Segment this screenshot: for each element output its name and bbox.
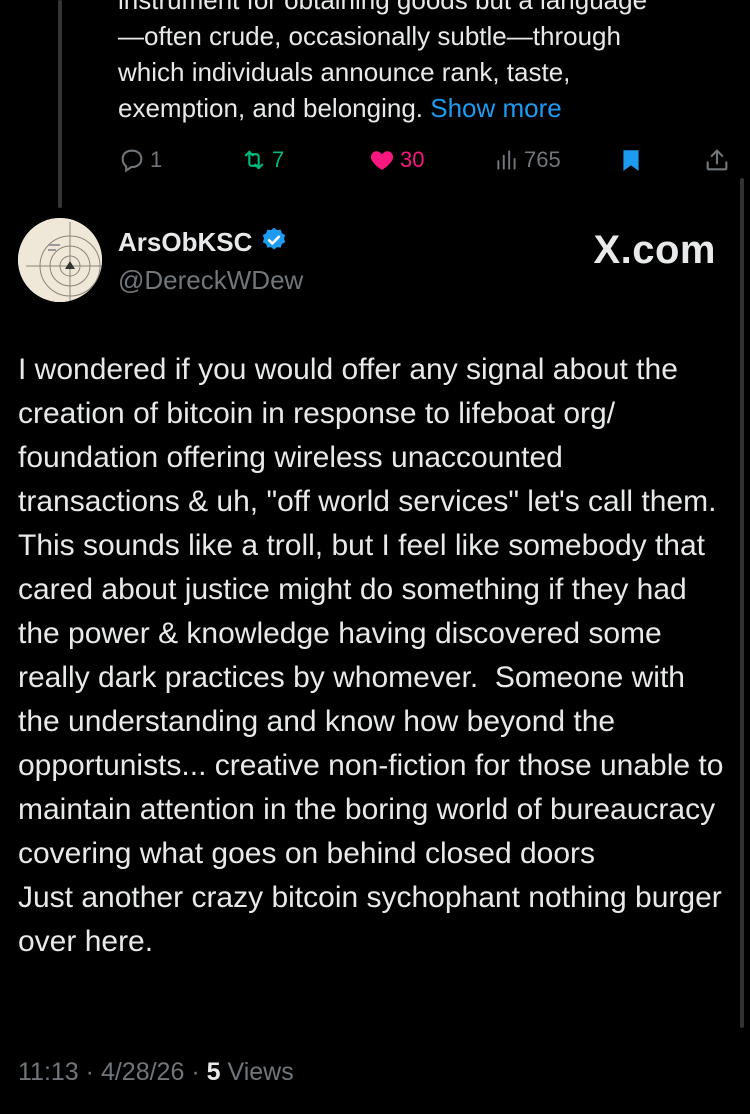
views-button[interactable]: 765 [494, 142, 561, 178]
reply-count: 1 [150, 147, 163, 172]
bookmark-icon [618, 146, 644, 174]
x-brand-logo: X.com [593, 228, 716, 272]
tweet-date[interactable]: 4/28/26 [101, 1058, 184, 1086]
thread-line [58, 0, 62, 208]
tweet-meta: 11:13 · 4/28/26 · 5 Views [18, 1058, 294, 1087]
tweet-time[interactable]: 11:13 [18, 1058, 79, 1086]
reply-button[interactable]: 1 [118, 142, 162, 178]
views-count: 765 [524, 147, 561, 172]
views-icon [494, 147, 520, 173]
share-button[interactable] [703, 142, 731, 178]
tweet-author[interactable]: ArsObKSC @DereckWDew [118, 226, 303, 296]
like-icon [368, 146, 396, 174]
like-count: 30 [400, 147, 425, 172]
parent-tweet[interactable]: instrument for obtaining goods but a lan… [118, 0, 728, 126]
tweet-text: I wondered if you would offer any signal… [18, 353, 724, 958]
repost-icon [240, 146, 268, 174]
meta-separator: · [85, 1058, 101, 1086]
tweet-views-count: 5 [206, 1058, 221, 1086]
repost-count: 7 [272, 147, 285, 172]
reply-icon [118, 146, 146, 174]
scrollbar[interactable] [740, 178, 744, 1028]
repost-button[interactable]: 7 [240, 142, 284, 178]
like-button[interactable]: 30 [368, 142, 424, 178]
tweet-views-label: Views [227, 1058, 294, 1086]
meta-separator: · [191, 1058, 207, 1086]
author-handle[interactable]: @DereckWDew [118, 265, 303, 296]
author-name[interactable]: ArsObKSC [118, 227, 252, 258]
show-more-link[interactable]: Show more [430, 93, 562, 123]
bookmark-button[interactable] [618, 142, 644, 178]
parent-tweet-actions: 1 7 30 765 [118, 142, 730, 178]
avatar[interactable] [18, 218, 102, 302]
parent-tweet-text: instrument for obtaining goods but a lan… [118, 0, 648, 123]
share-icon [703, 146, 731, 174]
verified-icon [260, 226, 288, 259]
